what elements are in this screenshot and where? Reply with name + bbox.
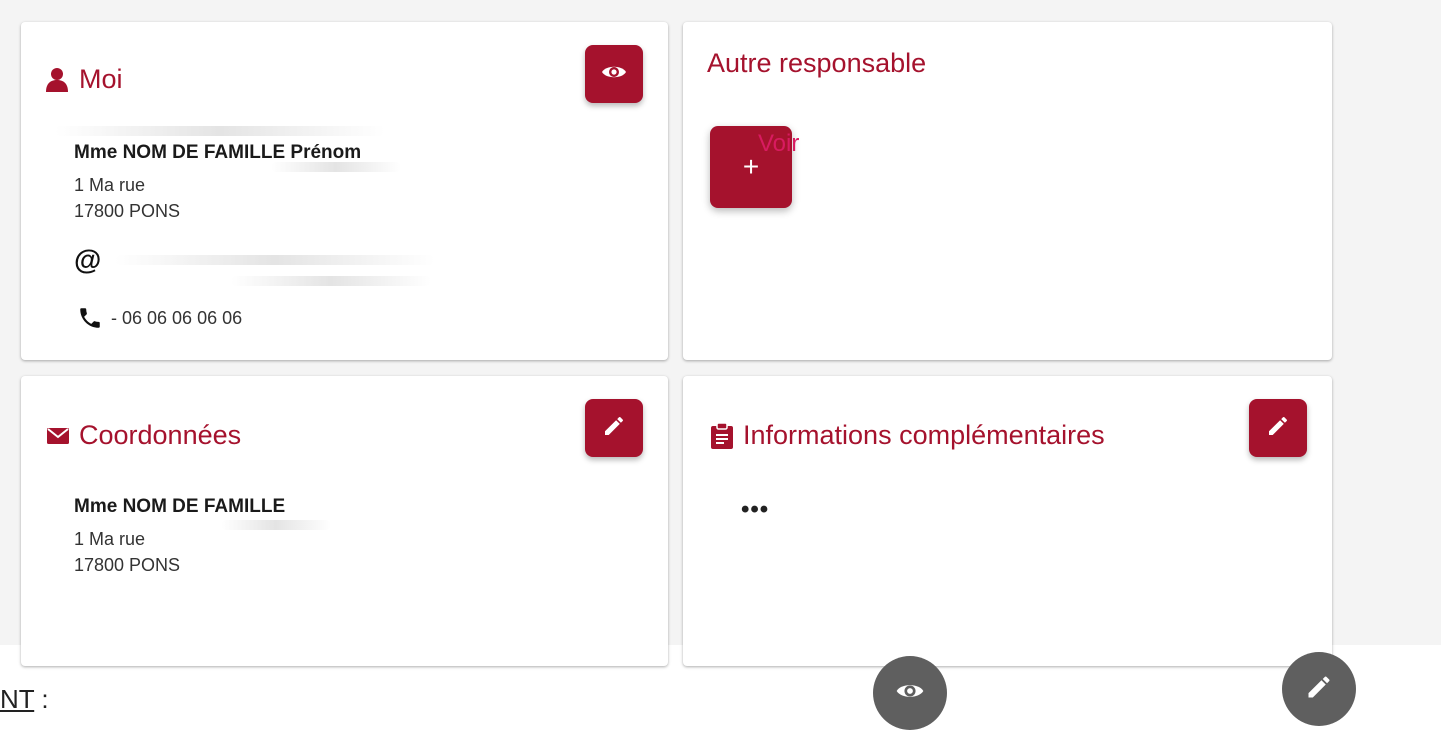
coord-address-line1: 1 Ma rue bbox=[74, 529, 146, 549]
card-autre-responsable: Autre responsable + Voir bbox=[683, 22, 1332, 360]
card-autre-title-text: Autre responsable bbox=[707, 48, 927, 78]
envelope-icon bbox=[47, 427, 69, 444]
card-moi: Moi Mme NOM DE FAMILLE Prénom 1 Ma rue 1… bbox=[21, 22, 668, 360]
footer-note-suffix: : bbox=[34, 684, 49, 714]
blurred-text bbox=[55, 126, 385, 136]
legend-edit-button bbox=[1282, 652, 1356, 726]
pencil-icon bbox=[1305, 673, 1333, 706]
voir-label[interactable]: Voir bbox=[758, 130, 799, 158]
person-name: Mme NOM DE FAMILLE Prénom bbox=[74, 142, 362, 163]
blurred-text bbox=[231, 276, 431, 286]
blurred-text bbox=[221, 520, 331, 530]
card-moi-title: Moi bbox=[45, 64, 123, 95]
card-moi-title-text: Moi bbox=[79, 64, 123, 94]
address-line2: 17800 PONS bbox=[74, 201, 181, 221]
pencil-icon bbox=[1266, 414, 1290, 443]
footer-note-underlined: NT bbox=[0, 684, 35, 714]
card-coord-title-text: Coordonnées bbox=[79, 420, 242, 450]
footer-note: NT : bbox=[0, 684, 49, 715]
card-info-title: Informations complémentaires bbox=[711, 420, 1105, 451]
info-content: ••• bbox=[741, 496, 770, 523]
card-info-title-text: Informations complémentaires bbox=[743, 420, 1105, 450]
pencil-icon bbox=[602, 414, 626, 443]
card-autre-title: Autre responsable bbox=[707, 48, 926, 79]
blurred-text bbox=[271, 162, 401, 172]
card-informations: Informations complémentaires ••• bbox=[683, 376, 1332, 666]
plus-icon: + bbox=[742, 151, 760, 182]
phone-row: - 06 06 06 06 06 bbox=[77, 305, 242, 331]
blurred-email bbox=[115, 255, 435, 265]
edit-informations-button[interactable] bbox=[1249, 399, 1307, 457]
coord-name: Mme NOM DE FAMILLE bbox=[74, 496, 286, 517]
at-icon: @ bbox=[74, 244, 102, 275]
card-coord-title: Coordonnées bbox=[47, 420, 241, 451]
coord-address-line2: 17800 PONS bbox=[74, 555, 181, 575]
eye-icon bbox=[601, 63, 627, 86]
eye-icon bbox=[895, 681, 925, 706]
clipboard-icon bbox=[711, 422, 733, 449]
phone-number: - 06 06 06 06 06 bbox=[111, 307, 243, 328]
person-icon bbox=[45, 67, 69, 93]
legend-view-button bbox=[873, 656, 947, 730]
phone-icon bbox=[77, 305, 103, 331]
email-row: @ bbox=[74, 246, 101, 274]
edit-coordonnees-button[interactable] bbox=[585, 399, 643, 457]
card-coordonnees: Coordonnées Mme NOM DE FAMILLE 1 Ma rue … bbox=[21, 376, 668, 666]
address-line1: 1 Ma rue bbox=[74, 175, 146, 195]
view-button[interactable] bbox=[585, 45, 643, 103]
